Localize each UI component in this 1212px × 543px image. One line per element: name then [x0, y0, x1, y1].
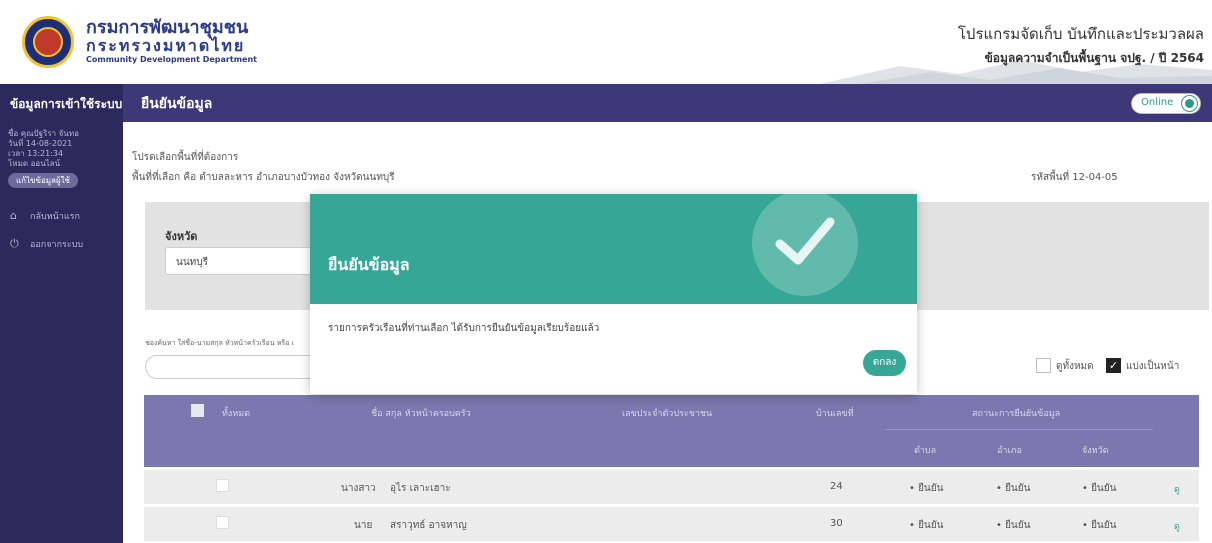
dialog-header: ยืนยันข้อมูล — [310, 194, 917, 304]
ok-button[interactable]: ตกลง — [863, 350, 906, 376]
dialog-message: รายการครัวเรือนที่ท่านเลือก ได้รับการยืน… — [328, 323, 600, 334]
confirm-dialog: ยืนยันข้อมูล รายการครัวเรือนที่ท่านเลือก… — [310, 194, 917, 394]
check-circle-icon — [752, 194, 858, 296]
dialog-title: ยืนยันข้อมูล — [328, 255, 410, 274]
